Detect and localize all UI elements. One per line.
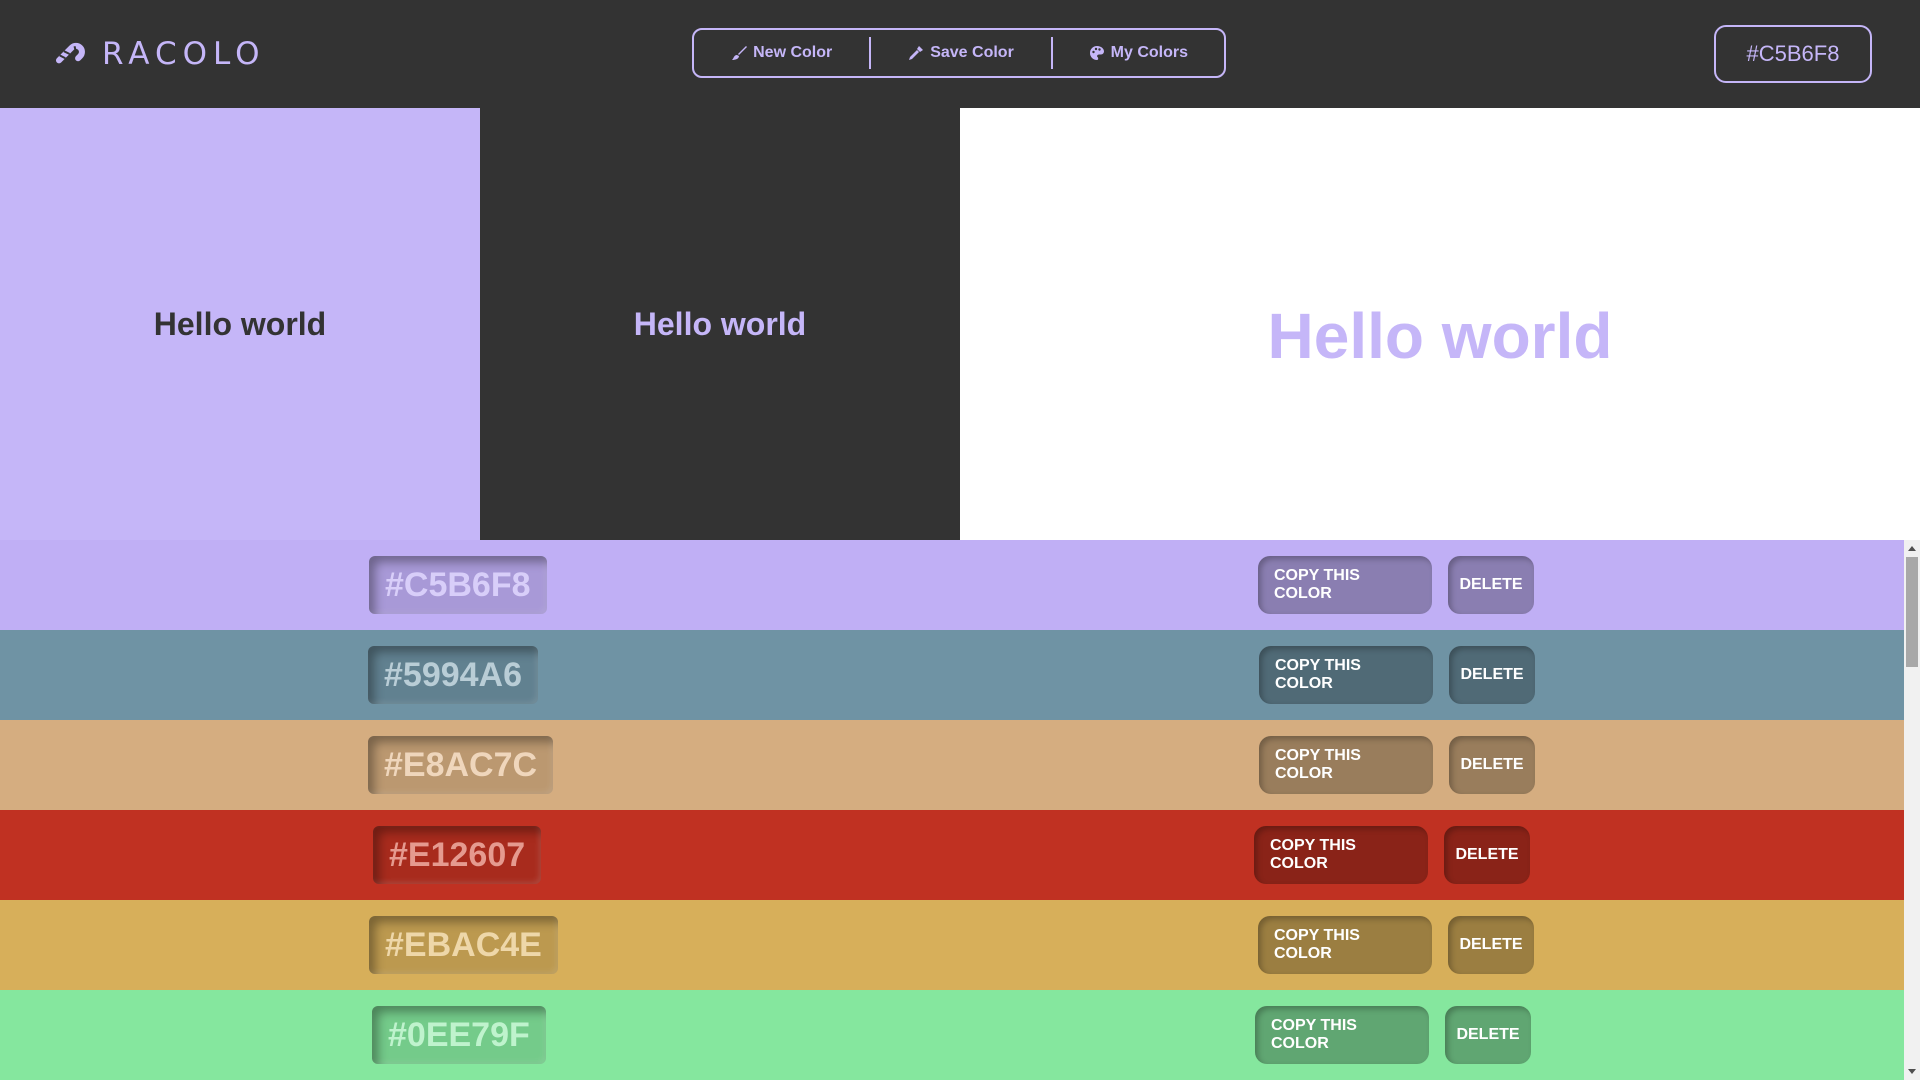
- preview-panel-on-white: Hello world: [960, 108, 1920, 540]
- delete-color-button[interactable]: DELETE: [1444, 826, 1530, 884]
- scroll-up-arrow-icon[interactable]: [1908, 546, 1916, 551]
- row-actions: COPY THIS COLOR DELETE: [1255, 1006, 1531, 1064]
- logo[interactable]: RACOLO: [54, 34, 266, 74]
- preview-text: Hello world: [153, 305, 327, 342]
- paint-brush-icon: [732, 46, 748, 60]
- preview-text: Hello world: [633, 305, 807, 342]
- delete-color-button[interactable]: DELETE: [1449, 736, 1535, 794]
- saved-color-row: #E8AC7C COPY THIS COLOR DELETE: [0, 720, 1904, 810]
- saved-color-hex: #0EE79F: [372, 1006, 546, 1064]
- scroll-down-arrow-icon[interactable]: [1908, 1069, 1916, 1074]
- scroll-thumb[interactable]: [1906, 557, 1918, 667]
- saved-color-row: #E12607 COPY THIS COLOR DELETE: [0, 810, 1904, 900]
- palette-icon: [1089, 46, 1104, 60]
- copy-color-button[interactable]: COPY THIS COLOR: [1254, 826, 1428, 884]
- candy-cane-icon: [55, 42, 85, 64]
- new-color-label: New Color: [753, 44, 833, 61]
- my-colors-label: My Colors: [1110, 44, 1189, 61]
- eyedropper-icon: [909, 46, 924, 60]
- top-header: RACOLO New Color Save Color My Colors #C…: [0, 0, 1920, 108]
- main-nav: New Color Save Color My Colors: [692, 28, 1226, 78]
- saved-color-hex: #5994A6: [368, 646, 539, 704]
- new-color-button[interactable]: New Color: [694, 30, 869, 76]
- current-color-hex[interactable]: #C5B6F8: [1714, 25, 1872, 83]
- color-preview: Hello world Hello world Hello world: [0, 108, 1920, 540]
- saved-color-hex: #E8AC7C: [368, 736, 554, 794]
- saved-color-hex: #EBAC4E: [369, 916, 558, 974]
- save-color-button[interactable]: Save Color: [871, 30, 1050, 76]
- delete-color-button[interactable]: DELETE: [1448, 916, 1534, 974]
- delete-color-button[interactable]: DELETE: [1448, 556, 1534, 614]
- logo-text: RACOLO: [102, 36, 266, 72]
- row-actions: COPY THIS COLOR DELETE: [1259, 736, 1535, 794]
- preview-panel-on-color: Hello world: [0, 108, 480, 540]
- saved-color-row: #5994A6 COPY THIS COLOR DELETE: [0, 630, 1904, 720]
- saved-color-row: #EBAC4E COPY THIS COLOR DELETE: [0, 900, 1904, 990]
- preview-panel-on-dark: Hello world: [480, 108, 960, 540]
- saved-color-row: #C5B6F8 COPY THIS COLOR DELETE: [0, 540, 1904, 630]
- copy-color-button[interactable]: COPY THIS COLOR: [1255, 1006, 1429, 1064]
- delete-color-button[interactable]: DELETE: [1449, 646, 1535, 704]
- copy-color-button[interactable]: COPY THIS COLOR: [1259, 646, 1433, 704]
- row-actions: COPY THIS COLOR DELETE: [1258, 916, 1534, 974]
- saved-color-hex: #C5B6F8: [369, 556, 547, 614]
- copy-color-button[interactable]: COPY THIS COLOR: [1258, 556, 1432, 614]
- scrollbar[interactable]: [1904, 540, 1920, 1080]
- my-colors-button[interactable]: My Colors: [1053, 30, 1224, 76]
- saved-colors-list: #C5B6F8 COPY THIS COLOR DELETE #5994A6 COPY …: [0, 540, 1904, 1080]
- row-actions: COPY THIS COLOR DELETE: [1259, 646, 1535, 704]
- saved-color-row: #0EE79F COPY THIS COLOR DELETE: [0, 990, 1904, 1080]
- row-actions: COPY THIS COLOR DELETE: [1254, 826, 1530, 884]
- saved-color-hex: #E12607: [373, 826, 542, 884]
- preview-text: Hello world: [1267, 300, 1613, 372]
- save-color-label: Save Color: [930, 44, 1014, 61]
- row-actions: COPY THIS COLOR DELETE: [1258, 556, 1534, 614]
- copy-color-button[interactable]: COPY THIS COLOR: [1258, 916, 1432, 974]
- delete-color-button[interactable]: DELETE: [1445, 1006, 1531, 1064]
- copy-color-button[interactable]: COPY THIS COLOR: [1259, 736, 1433, 794]
